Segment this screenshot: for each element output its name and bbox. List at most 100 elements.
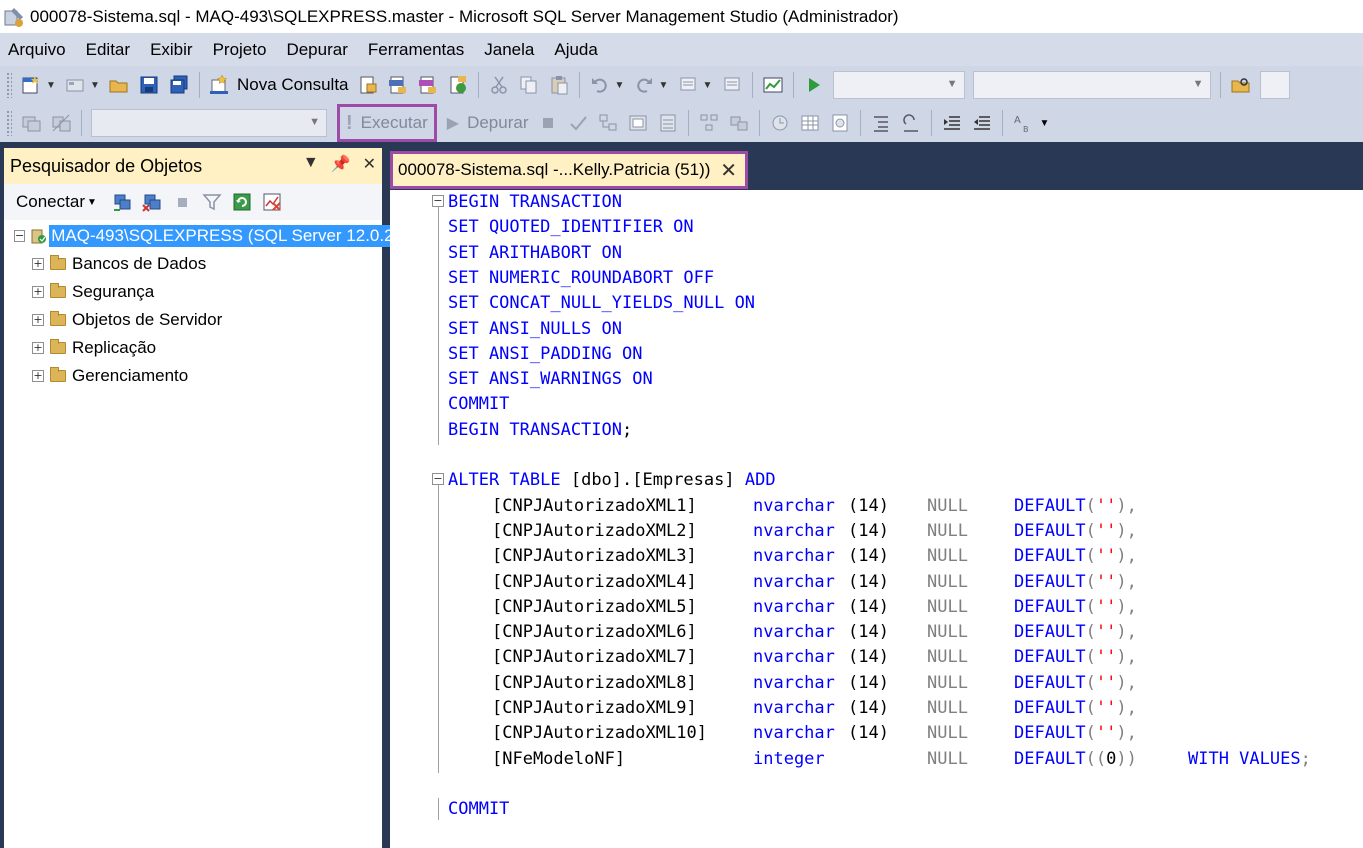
menu-ajuda[interactable]: Ajuda: [544, 40, 607, 60]
solution-configuration-combo[interactable]: ▼: [832, 71, 965, 99]
navigate-forward-icon[interactable]: [719, 72, 745, 98]
tree-node-replication[interactable]: + Replicação: [4, 334, 382, 362]
menu-depurar[interactable]: Depurar: [276, 40, 357, 60]
disconnect-icon[interactable]: [139, 189, 165, 215]
toolbar-grip[interactable]: [6, 72, 12, 98]
uncomment-lines-icon[interactable]: [898, 110, 924, 136]
add-item-icon[interactable]: [62, 72, 88, 98]
default-clause: DEFAULT(''),: [1014, 494, 1137, 519]
connect-button[interactable]: Conectar ▼: [16, 192, 97, 212]
connect-server-icon[interactable]: [109, 189, 135, 215]
tree-node-server[interactable]: − MAQ-493\SQLEXPRESS (SQL Server 12.0.2: [4, 222, 396, 250]
paren: (: [1085, 571, 1096, 592]
decrease-indent-icon[interactable]: [939, 110, 965, 136]
redo-icon[interactable]: [631, 72, 657, 98]
expand-icon[interactable]: +: [32, 258, 44, 270]
mdx-query-icon[interactable]: [385, 72, 411, 98]
tree-node-security[interactable]: + Segurança: [4, 278, 382, 306]
column-type: integer: [753, 748, 825, 769]
specify-template-values-icon[interactable]: [655, 110, 681, 136]
database-engine-query-icon[interactable]: [355, 72, 381, 98]
intellisense-icon[interactable]: AB: [1010, 110, 1036, 136]
outline-line: [438, 798, 439, 820]
collapse-icon[interactable]: −: [14, 230, 26, 242]
find-in-files-icon[interactable]: [1228, 72, 1254, 98]
query-document-tab[interactable]: 000078-Sistema.sql -...Kelly.Patricia (5…: [390, 151, 748, 189]
menu-arquivo[interactable]: Arquivo: [0, 40, 76, 60]
activity-monitor-icon[interactable]: [259, 189, 285, 215]
debug-button[interactable]: ▶ Depurar: [447, 113, 529, 133]
undo-icon[interactable]: [587, 72, 613, 98]
new-project-icon[interactable]: [18, 72, 44, 98]
cancel-query-icon[interactable]: [535, 110, 561, 136]
tree-node-label: Gerenciamento: [72, 366, 189, 385]
available-databases-combo[interactable]: ▼: [91, 109, 327, 137]
collapse-region-icon[interactable]: −: [432, 195, 444, 207]
menu-janela[interactable]: Janela: [474, 40, 544, 60]
activity-monitor-icon[interactable]: [760, 72, 786, 98]
selection-margin[interactable]: [390, 190, 416, 848]
close-icon[interactable]: ✕: [363, 154, 376, 174]
parse-icon[interactable]: [565, 110, 591, 136]
dmx-query-icon[interactable]: [415, 72, 441, 98]
comment-lines-icon[interactable]: [868, 110, 894, 136]
pin-icon[interactable]: 📌: [331, 154, 351, 174]
window-position-dropdown-icon[interactable]: ▼: [303, 154, 319, 174]
copy-icon[interactable]: [516, 72, 542, 98]
include-actual-plan-icon[interactable]: [696, 110, 722, 136]
toolbar-grip[interactable]: [6, 110, 12, 136]
tree-node-databases[interactable]: + Bancos de Dados: [4, 250, 382, 278]
cut-icon[interactable]: [486, 72, 512, 98]
menu-ferramentas[interactable]: Ferramentas: [358, 40, 474, 60]
new-query-button[interactable]: Nova Consulta: [209, 74, 349, 96]
tree-node-management[interactable]: + Gerenciamento: [4, 362, 382, 390]
increase-indent-icon[interactable]: [969, 110, 995, 136]
chevron-down-icon[interactable]: ▼: [703, 80, 713, 91]
solution-platform-combo[interactable]: ▼: [972, 71, 1211, 99]
column-size: (14): [848, 698, 889, 718]
refresh-icon[interactable]: [229, 189, 255, 215]
chevron-down-icon[interactable]: ▼: [46, 80, 56, 91]
toolbar-separator: [859, 110, 861, 136]
xmla-query-icon[interactable]: [445, 72, 471, 98]
expand-icon[interactable]: +: [32, 314, 44, 326]
toolbar-separator: [758, 110, 760, 136]
menu-projeto[interactable]: Projeto: [203, 40, 277, 60]
expand-icon[interactable]: +: [32, 342, 44, 354]
expand-icon[interactable]: +: [32, 286, 44, 298]
filter-icon[interactable]: [199, 189, 225, 215]
execute-button[interactable]: ! Executar: [337, 104, 437, 142]
save-icon[interactable]: [136, 72, 162, 98]
close-icon[interactable]: ✕: [720, 158, 737, 183]
find-combo[interactable]: [1259, 71, 1290, 99]
expand-icon[interactable]: +: [32, 370, 44, 382]
change-connection-icon[interactable]: [48, 110, 74, 136]
toolbar-overflow-icon[interactable]: ▼: [1040, 118, 1050, 129]
paste-icon[interactable]: [546, 72, 572, 98]
menu-exibir[interactable]: Exibir: [140, 40, 203, 60]
client-statistics-icon[interactable]: [767, 110, 793, 136]
results-to-grid-icon[interactable]: [797, 110, 823, 136]
connect-icon[interactable]: [18, 110, 44, 136]
live-query-statistics-icon[interactable]: [726, 110, 752, 136]
display-estimated-plan-icon[interactable]: [595, 110, 621, 136]
results-to-file-icon[interactable]: [827, 110, 853, 136]
navigate-backward-icon[interactable]: [675, 72, 701, 98]
collapse-region-icon[interactable]: −: [432, 473, 444, 485]
paren: (: [1085, 672, 1096, 693]
save-all-icon[interactable]: [166, 72, 192, 98]
tree-node-server-objects[interactable]: + Objetos de Servidor: [4, 306, 382, 334]
start-debug-icon[interactable]: [801, 72, 827, 98]
query-editor[interactable]: − − BEGIN TRANSACTION SET QUOTED_IDENTIFI…: [390, 190, 1363, 848]
menu-editar[interactable]: Editar: [76, 40, 140, 60]
chevron-down-icon[interactable]: ▼: [90, 80, 100, 91]
open-file-icon[interactable]: [106, 72, 132, 98]
column-type: nvarchar: [753, 571, 835, 592]
tree-node-label: Replicação: [72, 338, 157, 357]
chevron-down-icon[interactable]: ▼: [659, 80, 669, 91]
chevron-down-icon[interactable]: ▼: [615, 80, 625, 91]
table-name: [dbo].[Empresas]: [570, 470, 735, 491]
query-designer-icon[interactable]: [625, 110, 651, 136]
stop-icon[interactable]: [169, 189, 195, 215]
tree-node-label: Objetos de Servidor: [72, 310, 223, 329]
